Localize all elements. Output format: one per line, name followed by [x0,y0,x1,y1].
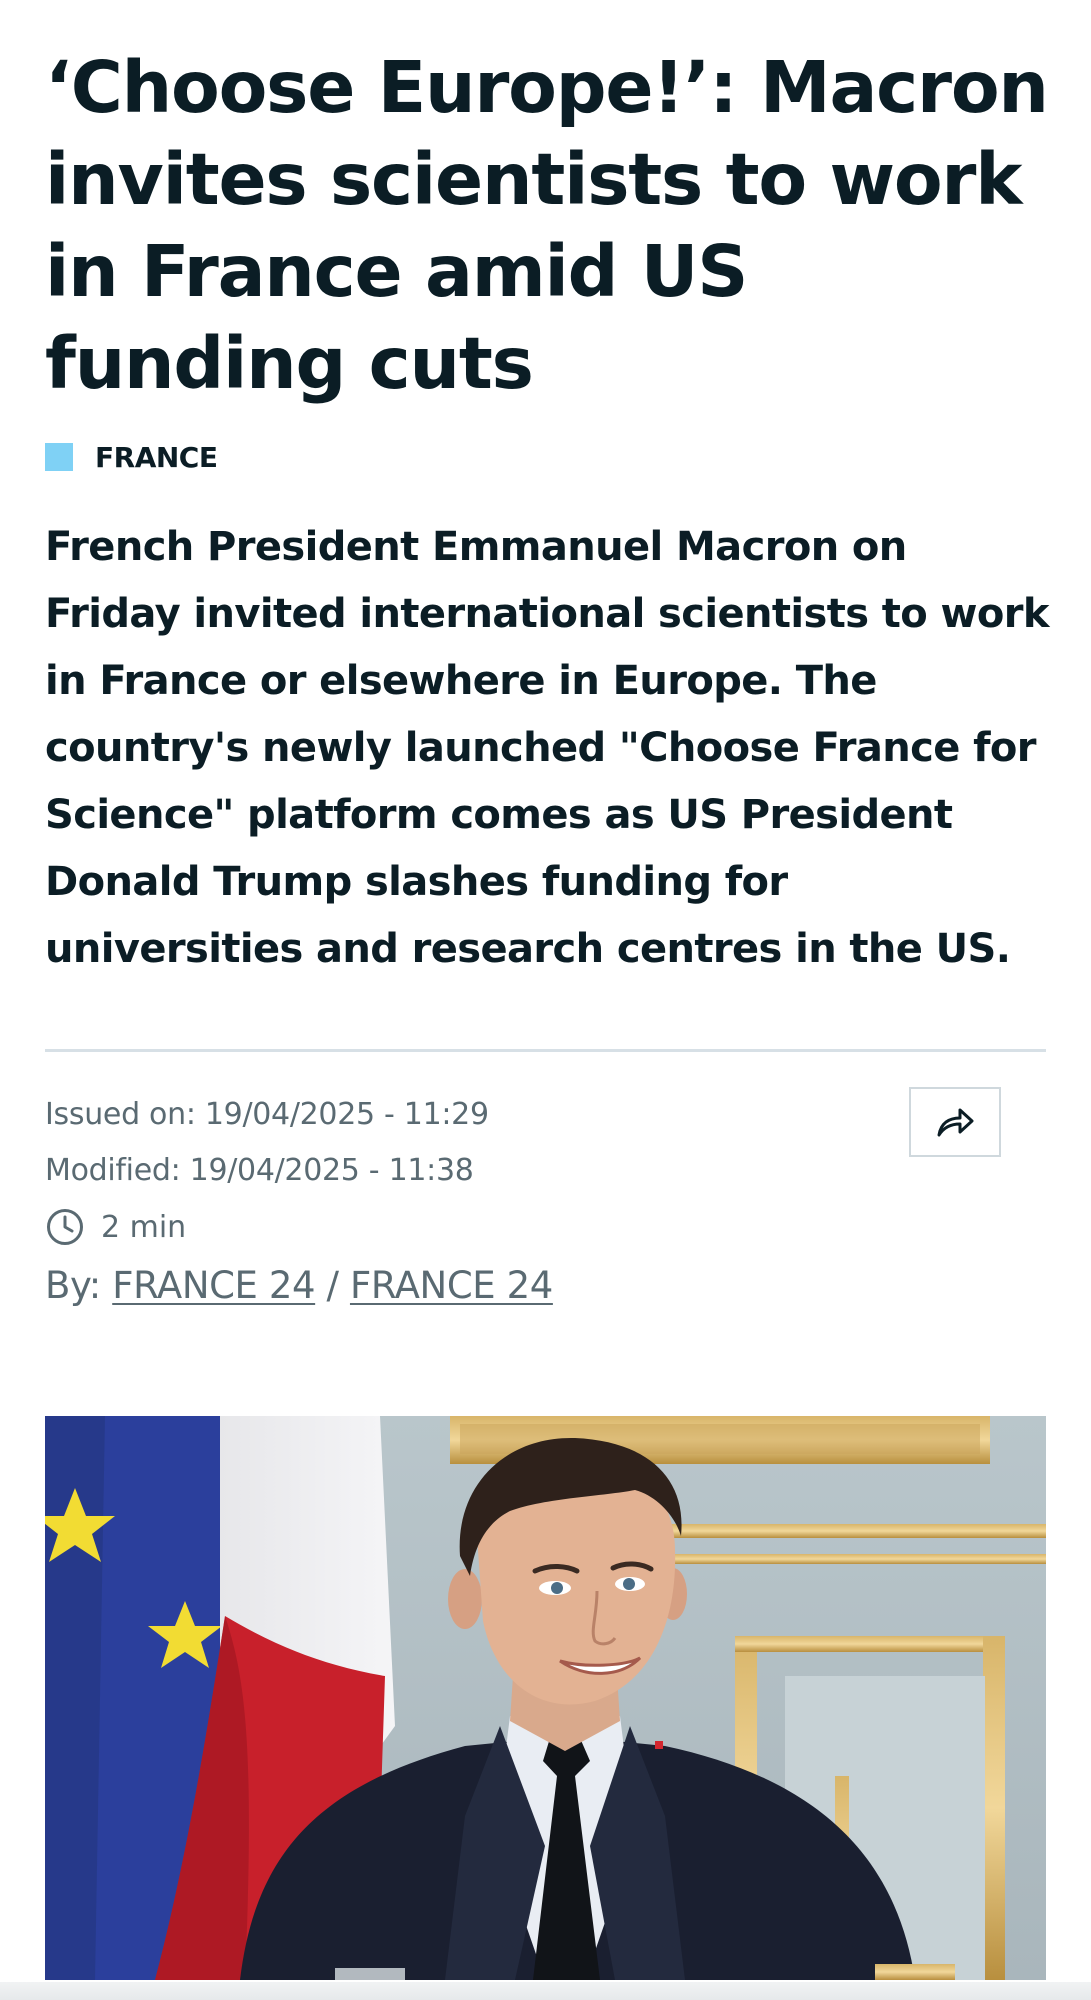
article-photo[interactable] [45,1416,1046,1980]
author-link-1[interactable]: FRANCE 24 [112,1264,315,1307]
modified-date: Modified: 19/04/2025 - 11:38 [45,1153,474,1188]
article: ‘Choose Europe!’: Macron invites scienti… [0,0,1091,2000]
author-link-2[interactable]: FRANCE 24 [350,1264,553,1307]
share-arrow-icon [937,1108,974,1137]
bottom-edge [0,1982,1091,2000]
byline: By: FRANCE 24 / FRANCE 24 [45,1255,1046,1317]
read-time: 2 min [45,1199,1046,1255]
author-separator: / [315,1264,350,1307]
article-title: ‘Choose Europe!’: Macron invites scienti… [45,46,1049,405]
section-label[interactable]: FRANCE [95,441,218,474]
section-kicker[interactable]: FRANCE [45,441,1046,474]
clock-icon [47,1209,83,1245]
byline-prefix: By: [45,1264,113,1307]
article-lead: French President Emmanuel Macron on Frid… [45,524,1049,972]
article-meta: Issued on: 19/04/2025 - 11:29 Modified: … [45,1087,1046,1317]
photo-image [45,1416,1046,1980]
read-time-label: 2 min [101,1209,187,1245]
divider [45,1049,1046,1052]
section-color-square [45,443,73,471]
issued-date: Issued on: 19/04/2025 - 11:29 [45,1097,489,1132]
share-button[interactable] [909,1087,1001,1157]
